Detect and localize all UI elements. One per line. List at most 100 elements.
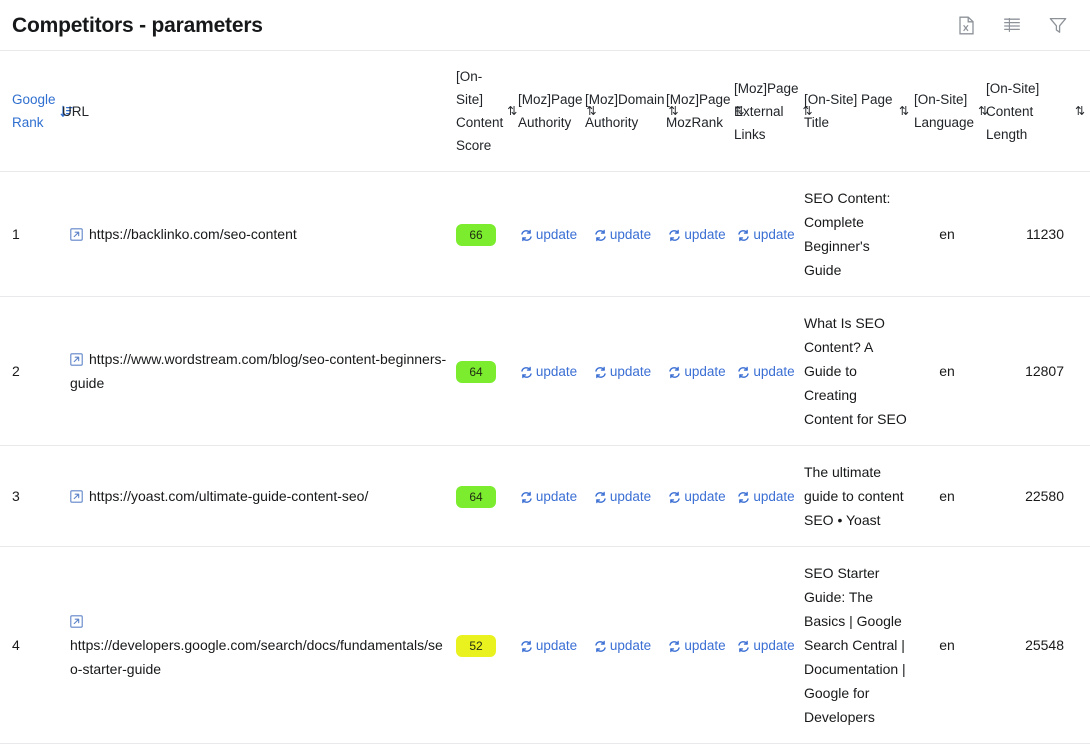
sort-toggle-icon[interactable]: ⇅ [899,105,909,117]
column-header-domain-authority[interactable]: [Moz]Domain Authority ⇅ [585,51,679,172]
cell-page-title: SEO Starter Guide: The Basics | Google S… [804,546,914,744]
export-file-icon[interactable] [954,13,978,37]
cell-page-title: What Is SEO Content? A Guide to Creating… [804,296,914,446]
table-row[interactable]: 4 https://developers.google.com/search/do… [0,546,1090,744]
filter-icon[interactable] [1046,13,1070,37]
cell-page-authority[interactable]: update [518,171,585,297]
cell-page-authority[interactable]: update [518,546,585,744]
cell-domain-authority[interactable]: update [585,171,666,297]
update-link[interactable]: update [520,638,577,653]
table-row[interactable]: 3 https://yoast.com/ultimate-guide-conten… [0,445,1090,547]
cell-url[interactable]: https://backlinko.com/seo-content [62,171,456,297]
content-score-badge: 64 [456,361,496,383]
column-label-content-length: [On-Site] Content Length [986,80,1040,142]
update-label: update [609,638,652,653]
cell-page-mozrank[interactable]: update [666,171,734,297]
update-label: update [753,227,795,242]
column-header-content-length[interactable]: [On-Site] Content Length ⇅ [986,51,1090,172]
sync-refresh-icon [594,366,607,379]
sync-refresh-icon [520,491,533,504]
column-header-page-authority[interactable]: [Moz]Page Authority ⇅ [518,51,597,172]
table-row[interactable]: 1 https://backlinko.com/seo-content 66 upda… [0,171,1090,297]
cell-domain-authority[interactable]: update [585,546,666,744]
content-score-badge: 66 [456,224,496,246]
columns-icon[interactable] [1000,13,1024,37]
update-link[interactable]: update [737,227,795,242]
cell-url[interactable]: https://yoast.com/ultimate-guide-content… [62,445,456,547]
external-link-icon[interactable] [70,615,83,628]
column-header-google-rank[interactable]: Google Rank [0,51,73,172]
url-text: https://yoast.com/ultimate-guide-content… [89,488,369,504]
update-link[interactable]: update [668,489,726,504]
competitors-table: Google Rank URL [On-Site] Content Score … [0,51,1090,744]
cell-page-external-links[interactable]: update [734,296,804,446]
cell-page-mozrank[interactable]: update [666,296,734,446]
sync-refresh-icon [520,229,533,242]
update-link[interactable]: update [594,638,651,653]
column-header-page-title[interactable]: [On-Site] Page Title ⇅ [804,51,914,172]
update-link[interactable]: update [594,227,651,242]
update-label: update [535,227,578,242]
column-label-page-external-links: [Moz]Page External Links [734,80,799,142]
column-header-language[interactable]: [On-Site] Language ⇅ [914,51,988,172]
update-link[interactable]: update [594,489,651,504]
update-link[interactable]: update [594,364,651,379]
cell-page-mozrank[interactable]: update [666,445,734,547]
cell-page-external-links[interactable]: update [734,546,804,744]
cell-content-score: 66 [456,171,518,297]
table-row[interactable]: 2 https://www.wordstream.com/blog/seo-con… [0,296,1090,446]
update-link[interactable]: update [668,364,726,379]
column-label-page-authority: [Moz]Page Authority [518,92,583,130]
update-label: update [609,489,652,504]
update-link[interactable]: update [520,364,577,379]
cell-google-rank: 4 [0,546,62,744]
column-label-page-mozrank: [Moz]Page MozRank [666,92,731,130]
sync-refresh-icon [668,366,681,379]
update-label: update [753,638,795,653]
update-link[interactable]: update [520,489,577,504]
cell-page-authority[interactable]: update [518,296,585,446]
column-header-page-external-links[interactable]: [Moz]Page External Links ⇅ [734,51,813,172]
cell-google-rank: 1 [0,171,62,297]
column-label-google-rank: Google Rank [12,92,56,130]
update-link[interactable]: update [520,227,577,242]
update-link[interactable]: update [668,638,726,653]
column-label-content-score: [On-Site] Content Score [456,69,504,153]
column-label-page-title: [On-Site] Page Title [804,92,893,130]
cell-domain-authority[interactable]: update [585,296,666,446]
external-link-icon[interactable] [70,353,83,366]
update-link[interactable]: update [737,489,795,504]
update-link[interactable]: update [737,364,795,379]
update-label: update [684,489,726,504]
cell-url[interactable]: https://developers.google.com/search/doc… [62,546,456,744]
cell-page-external-links[interactable]: update [734,171,804,297]
content-score-badge: 52 [456,635,496,657]
sort-toggle-icon[interactable]: ⇅ [507,105,517,117]
cell-page-authority[interactable]: update [518,445,585,547]
sync-refresh-icon [520,640,533,653]
cell-page-mozrank[interactable]: update [666,546,734,744]
external-link-icon[interactable] [70,490,83,503]
cell-content-score: 52 [456,546,518,744]
sync-refresh-icon [737,366,750,379]
competitors-table-container[interactable]: Google Rank URL [On-Site] Content Score … [0,51,1090,755]
column-header-content-score[interactable]: [On-Site] Content Score ⇅ [456,51,518,172]
header-row: Google Rank URL [On-Site] Content Score … [0,51,1090,172]
url-text: https://developers.google.com/search/doc… [70,637,443,677]
page-header: Competitors - parameters [0,0,1090,51]
cell-language: en [914,546,986,744]
external-link-icon[interactable] [70,228,83,241]
cell-content-score: 64 [456,296,518,446]
cell-page-external-links[interactable]: update [734,445,804,547]
cell-domain-authority[interactable]: update [585,445,666,547]
cell-url[interactable]: https://www.wordstream.com/blog/seo-cont… [62,296,456,446]
column-header-page-mozrank[interactable]: [Moz]Page MozRank ⇅ [666,51,745,172]
cell-page-title: The ultimate guide to content SEO • Yoas… [804,445,914,547]
update-link[interactable]: update [668,227,726,242]
cell-language: en [914,296,986,446]
cell-page-title: SEO Content: Complete Beginner's Guide [804,171,914,297]
column-label-language: [On-Site] Language [914,92,975,130]
update-link[interactable]: update [737,638,795,653]
url-text: https://backlinko.com/seo-content [89,226,297,242]
sort-toggle-icon[interactable]: ⇅ [1075,105,1085,117]
